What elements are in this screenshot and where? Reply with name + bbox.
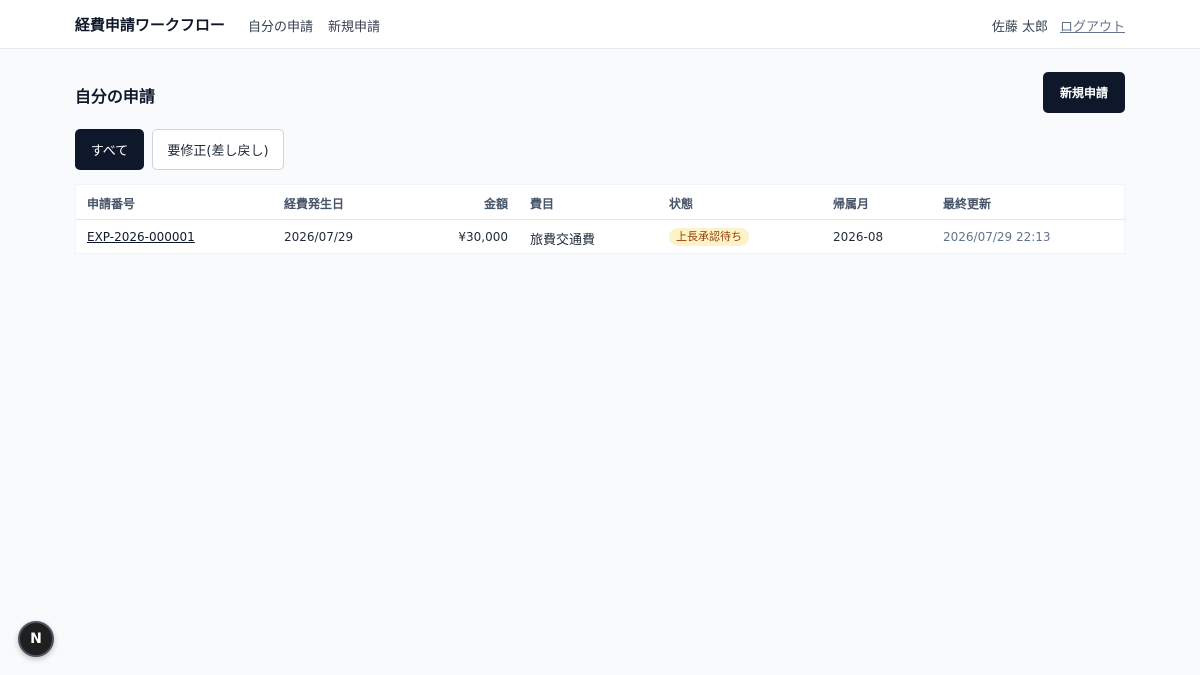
- top-navigation-bar: 経費申請ワークフロー 自分の申請 新規申請 佐藤 太郎 ログアウト: [0, 0, 1200, 49]
- column-header-month[interactable]: 帰属月: [833, 195, 869, 212]
- logout-link[interactable]: ログアウト: [1060, 16, 1125, 35]
- user-name: 佐藤 太郎: [991, 20, 1048, 35]
- last-updated: 2026/07/29 22:13: [943, 230, 1051, 244]
- amount: ¥30,000: [458, 230, 508, 244]
- expense-date: 2026/07/29: [284, 230, 354, 244]
- column-header-updated[interactable]: 最終更新: [943, 195, 991, 212]
- column-header-amount[interactable]: 金額: [484, 195, 508, 212]
- new-request-button[interactable]: 新規申請: [1043, 72, 1125, 113]
- requests-table: 申請番号 経費発生日 金額 費目 状態 帰属月 最終更新 EXP-2026-00…: [75, 184, 1126, 254]
- filter-needs-revision-button[interactable]: 要修正(差し戻し): [152, 129, 284, 170]
- dev-tools-badge[interactable]: N: [18, 621, 54, 657]
- app-brand[interactable]: 経費申請ワークフロー: [75, 14, 225, 35]
- expense-category: 旅費交通費: [530, 233, 596, 248]
- column-header-number[interactable]: 申請番号: [87, 195, 135, 212]
- nav-my-requests[interactable]: 自分の申請: [248, 16, 313, 35]
- status-badge: 上長承認待ち: [669, 228, 749, 246]
- page-title: 自分の申請: [75, 87, 156, 106]
- attribution-month: 2026-08: [833, 230, 884, 244]
- column-header-date[interactable]: 経費発生日: [284, 195, 344, 212]
- column-header-status[interactable]: 状態: [669, 195, 693, 212]
- table-row[interactable]: EXP-2026-000001 2026/07/29 ¥30,000 旅費交通費…: [76, 220, 1126, 254]
- nav-new-request[interactable]: 新規申請: [328, 16, 380, 35]
- column-header-category[interactable]: 費目: [530, 195, 554, 212]
- filter-all-button[interactable]: すべて: [75, 129, 144, 170]
- request-number-link[interactable]: EXP-2026-000001: [87, 230, 195, 244]
- table-header: 申請番号 経費発生日 金額 費目 状態 帰属月 最終更新: [76, 185, 1126, 220]
